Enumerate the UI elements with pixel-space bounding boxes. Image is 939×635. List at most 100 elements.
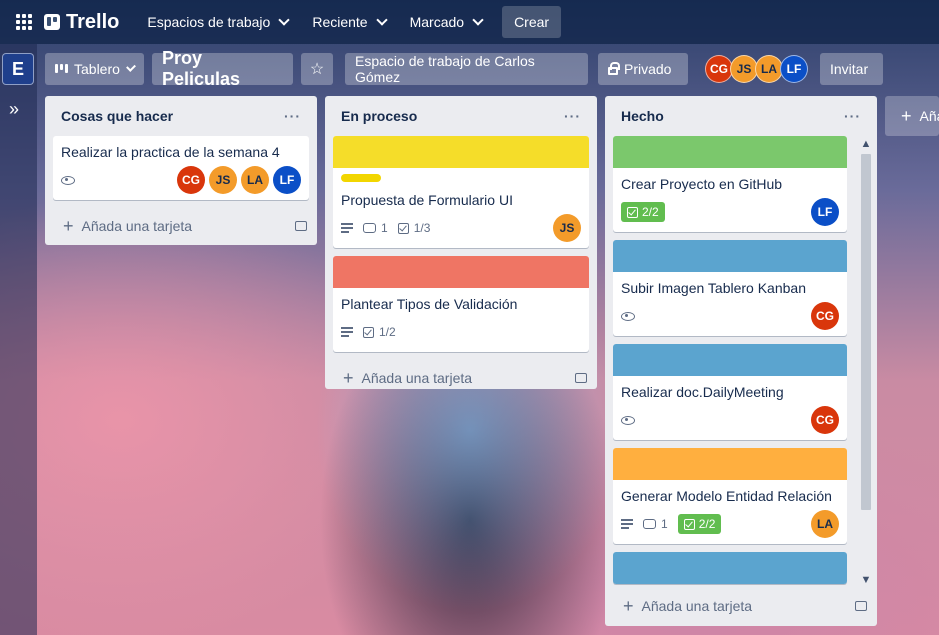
card-badges: CG JS LA LF bbox=[61, 166, 301, 194]
add-card-label: Añada una tarjeta bbox=[641, 598, 753, 614]
list-menu-icon[interactable]: ··· bbox=[844, 108, 861, 124]
card[interactable]: Plantear Tipos de Validación 1/2 bbox=[333, 256, 589, 352]
board-members: CG JS LA LF bbox=[705, 54, 808, 83]
list-menu-icon[interactable]: ··· bbox=[284, 108, 301, 124]
add-card-button[interactable]: + Añada una tarjeta bbox=[325, 360, 597, 396]
add-card-button[interactable]: + Añada una tarjeta bbox=[45, 208, 317, 244]
card-members: CG bbox=[811, 406, 839, 434]
nav-label: Marcado bbox=[409, 14, 465, 30]
list-cosas-que-hacer: Cosas que hacer ··· Realizar la practica… bbox=[45, 96, 317, 245]
card-cover bbox=[333, 256, 589, 288]
avatar[interactable]: LF bbox=[780, 54, 808, 83]
create-button[interactable]: Crear bbox=[502, 6, 562, 38]
card-members: CG JS LA LF bbox=[177, 166, 301, 194]
add-card-button[interactable]: + Añada una tarjeta bbox=[605, 588, 877, 624]
list-title[interactable]: Hecho bbox=[621, 108, 664, 124]
checklist-badge-complete: 2/2 bbox=[677, 514, 722, 534]
list-title[interactable]: Cosas que hacer bbox=[61, 108, 173, 124]
scroll-down-icon[interactable]: ▼ bbox=[860, 574, 872, 586]
card[interactable] bbox=[613, 552, 847, 584]
comment-icon bbox=[363, 223, 376, 233]
board-title[interactable]: Proy Peliculas bbox=[152, 48, 293, 89]
add-list-button[interactable]: + Aña bbox=[885, 96, 939, 136]
card[interactable]: Crear Proyecto en GitHub 2/2 LF bbox=[613, 136, 847, 232]
avatar[interactable]: LA bbox=[241, 166, 269, 194]
avatar[interactable]: CG bbox=[177, 166, 205, 194]
nav-starred-button[interactable]: Marcado bbox=[400, 6, 492, 38]
avatar[interactable]: JS bbox=[209, 166, 237, 194]
card-template-icon[interactable] bbox=[295, 221, 307, 231]
card-template-icon[interactable] bbox=[575, 373, 587, 383]
checklist-badge-complete: 2/2 bbox=[621, 202, 665, 222]
avatar[interactable]: LF bbox=[273, 166, 301, 194]
card-members: LF bbox=[811, 198, 839, 226]
card-template-icon[interactable] bbox=[855, 601, 867, 611]
checklist-count: 2/2 bbox=[642, 205, 659, 219]
star-board-button[interactable]: ☆ bbox=[301, 52, 333, 85]
avatar[interactable]: CG bbox=[811, 302, 839, 330]
card[interactable]: Subir Imagen Tablero Kanban CG bbox=[613, 240, 847, 336]
comments-count: 1 bbox=[661, 517, 668, 531]
avatar[interactable]: LA bbox=[755, 54, 783, 83]
card[interactable]: Realizar doc.DailyMeeting CG bbox=[613, 344, 847, 440]
list-scrollbar[interactable]: ▲ ▼ bbox=[859, 136, 873, 588]
list-header: En proceso ··· bbox=[325, 96, 597, 136]
workspace-sidebar: E » bbox=[0, 44, 37, 635]
avatar[interactable]: LF bbox=[811, 198, 839, 226]
card[interactable]: Propuesta de Formulario UI 1 1/3 JS bbox=[333, 136, 589, 248]
card[interactable]: Generar Modelo Entidad Relación 1 2/2 LA bbox=[613, 448, 847, 544]
list-hecho: Hecho ··· Crear Proyecto en GitHub 2/2 L… bbox=[605, 96, 877, 626]
trello-logo[interactable]: Trello bbox=[44, 11, 119, 34]
checklist-icon bbox=[363, 326, 374, 338]
avatar[interactable]: CG bbox=[811, 406, 839, 434]
expand-sidebar-icon[interactable]: » bbox=[9, 99, 19, 120]
card-badges: 2/2 LF bbox=[621, 198, 839, 226]
checklist-badge: 1/2 bbox=[363, 325, 396, 339]
comment-icon bbox=[643, 519, 656, 529]
list-menu-icon[interactable]: ··· bbox=[564, 108, 581, 124]
watching-icon bbox=[61, 175, 75, 185]
comments-badge: 1 bbox=[363, 221, 388, 235]
workspace-button[interactable]: Espacio de trabajo de Carlos Gómez bbox=[345, 52, 588, 85]
plus-icon: + bbox=[343, 367, 354, 388]
card[interactable]: Realizar la practica de la semana 4 CG J… bbox=[53, 136, 309, 200]
avatar[interactable]: JS bbox=[553, 214, 581, 242]
invite-button[interactable]: Invitar bbox=[820, 52, 883, 85]
avatar[interactable]: CG bbox=[705, 54, 733, 83]
nav-recent-button[interactable]: Reciente bbox=[302, 6, 395, 38]
scrollbar-thumb[interactable] bbox=[861, 154, 871, 510]
avatar[interactable]: LA bbox=[811, 510, 839, 538]
card-cover bbox=[613, 344, 847, 376]
description-icon bbox=[341, 223, 353, 233]
star-icon: ☆ bbox=[309, 60, 325, 78]
description-icon bbox=[621, 519, 633, 529]
scroll-up-icon[interactable]: ▲ bbox=[860, 138, 872, 150]
card-badges: CG bbox=[621, 406, 839, 434]
app-switcher-icon[interactable] bbox=[8, 6, 40, 38]
workspace-badge[interactable]: E bbox=[2, 53, 34, 85]
avatar[interactable]: JS bbox=[730, 54, 758, 83]
nav-workspaces-button[interactable]: Espacios de trabajo bbox=[137, 6, 298, 38]
card-title: Plantear Tipos de Validación bbox=[341, 296, 518, 312]
visibility-button[interactable]: Privado bbox=[598, 52, 688, 85]
checklist-icon bbox=[627, 206, 638, 218]
nav-label: Reciente bbox=[312, 14, 368, 30]
card-label[interactable] bbox=[341, 174, 381, 182]
list-title[interactable]: En proceso bbox=[341, 108, 417, 124]
top-navigation-bar: Trello Espacios de trabajo Reciente Marc… bbox=[0, 0, 939, 44]
card-title: Propuesta de Formulario UI bbox=[341, 192, 513, 208]
trello-logo-icon bbox=[44, 14, 60, 30]
card-cover bbox=[613, 448, 847, 480]
card-badges: 1/2 bbox=[341, 318, 581, 346]
list-header: Hecho ··· bbox=[605, 96, 877, 136]
card-badges: CG bbox=[621, 302, 839, 330]
card-cover bbox=[613, 552, 847, 584]
card-title: Generar Modelo Entidad Relación bbox=[621, 488, 832, 504]
chevron-down-icon bbox=[472, 14, 484, 26]
lock-icon bbox=[608, 61, 620, 75]
board-view-switcher[interactable]: Tablero bbox=[45, 52, 144, 85]
card-badges: 1 2/2 LA bbox=[621, 510, 839, 538]
checklist-badge: 1/3 bbox=[397, 221, 430, 235]
plus-icon: + bbox=[623, 595, 634, 616]
chevron-down-icon bbox=[278, 14, 290, 26]
